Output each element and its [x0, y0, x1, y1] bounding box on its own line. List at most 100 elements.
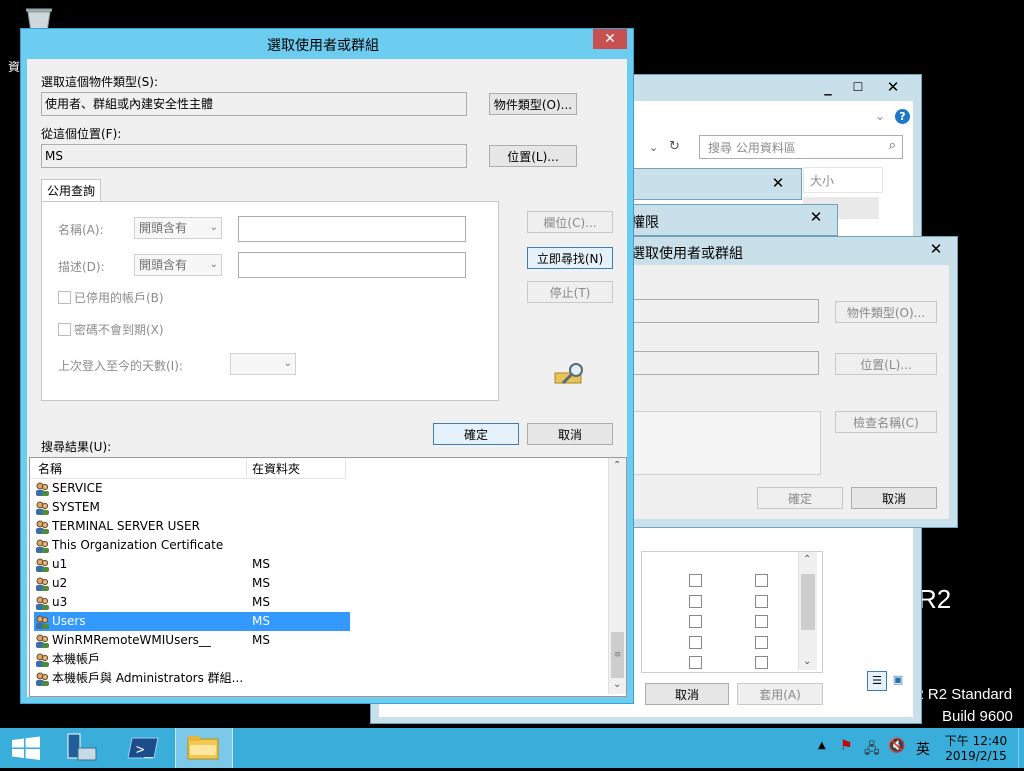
bg-check-names-button[interactable]: 檢查名稱(C): [835, 411, 937, 433]
object-type-field: 使用者、群組或內建安全性主體: [41, 92, 467, 116]
start-button[interactable]: [0, 728, 56, 768]
server-manager-icon[interactable]: [58, 728, 114, 768]
show-hidden-icons[interactable]: ▲: [818, 740, 826, 751]
bg-dialog-close-button[interactable]: ✕: [919, 239, 953, 259]
results-list[interactable]: 名稱 在資料夾 SERVICE SYSTEM TERMINAL SERVER USE…: [29, 457, 627, 697]
action-center-icon[interactable]: ⚑: [840, 738, 853, 754]
close-button[interactable]: ✕: [593, 29, 627, 49]
list-item[interactable]: u2 MS: [34, 574, 350, 593]
bg-object-types-button[interactable]: 物件類型(O)...: [835, 301, 937, 323]
clock-date[interactable]: 2019/2/15: [944, 749, 1008, 763]
stop-button[interactable]: 停止(T): [527, 281, 613, 303]
list-item[interactable]: Users MS: [34, 612, 350, 631]
windows-watermark-r2: R2: [918, 584, 952, 614]
days-since-logon-select[interactable]: ⌄: [230, 353, 296, 375]
object-types-button[interactable]: 物件類型(O)...: [489, 93, 577, 115]
name-mode-select[interactable]: 開頭含有 ⌄: [134, 217, 222, 239]
allow-checkbox[interactable]: [689, 656, 702, 669]
list-item[interactable]: This Organization Certificate: [34, 536, 350, 555]
bg-dialog-title: 選取使用者或群組: [631, 246, 743, 262]
explorer-close-button[interactable]: ✕: [876, 77, 910, 97]
allow-checkbox[interactable]: [689, 595, 702, 608]
deny-checkbox[interactable]: [755, 636, 768, 649]
windows-watermark-build: Build 9600: [942, 708, 1013, 725]
show-desktop-button[interactable]: [1018, 728, 1024, 768]
address-dropdown-icon[interactable]: ⌄: [649, 141, 658, 154]
columns-button[interactable]: 欄位(C)...: [527, 211, 613, 233]
help-icon[interactable]: ?: [895, 109, 910, 124]
description-mode-select[interactable]: 開頭含有 ⌄: [134, 254, 222, 276]
tab-common-queries[interactable]: 公用查詢: [41, 179, 101, 202]
list-item[interactable]: u1 MS: [34, 555, 350, 574]
ime-indicator[interactable]: 英: [916, 739, 930, 759]
object-type-label: 選取這個物件類型(S):: [41, 75, 159, 89]
column-header-name[interactable]: 名稱: [30, 458, 247, 479]
scroll-down-icon[interactable]: ⌄: [613, 679, 621, 690]
user-icon: [34, 595, 50, 611]
result-name: SERVICE: [52, 481, 103, 495]
list-item[interactable]: 本機帳戶: [34, 650, 350, 669]
disabled-accounts-label: 已停用的帳戶(B): [74, 291, 164, 305]
chevron-down-icon: ⌄: [209, 222, 218, 233]
thumbnail-view-icon[interactable]: ▣: [889, 671, 907, 689]
allow-checkbox[interactable]: [689, 636, 702, 649]
result-name: u2: [52, 576, 68, 590]
permissions-close-button[interactable]: ✕: [799, 207, 833, 227]
result-name: TERMINAL SERVER USER: [52, 519, 200, 533]
locations-button[interactable]: 位置(L)...: [489, 145, 577, 167]
explorer-cancel-button[interactable]: 取消: [645, 683, 729, 705]
results-scrollbar[interactable]: ⌃ ≡ ⌄: [608, 458, 626, 694]
clock-time[interactable]: 下午 12:40: [944, 732, 1008, 749]
ribbon-expand-icon[interactable]: ⌄: [875, 109, 885, 123]
bg-dialog-client: 物件類型(O)... 位置(L)... 檢查名稱(C) 確定 取消: [629, 265, 949, 519]
ok-button[interactable]: 確定: [433, 423, 519, 445]
list-item[interactable]: SYSTEM: [34, 498, 350, 517]
list-item[interactable]: SERVICE: [34, 479, 350, 498]
file-explorer-icon[interactable]: [175, 728, 233, 768]
scroll-thumb[interactable]: ≡: [611, 632, 624, 678]
maximize-button[interactable]: ☐: [841, 77, 875, 97]
column-header-size[interactable]: 大小: [803, 167, 883, 193]
search-input[interactable]: 搜尋 公用資料區 ⌕: [699, 135, 903, 159]
minimize-button[interactable]: _: [811, 77, 845, 97]
column-header-folder[interactable]: 在資料夾: [247, 458, 346, 479]
disabled-accounts-checkbox[interactable]: [58, 291, 71, 304]
details-view-icon[interactable]: ☰: [867, 671, 887, 691]
deny-checkbox[interactable]: [755, 595, 768, 608]
user-icon: [34, 614, 50, 630]
list-item[interactable]: u3 MS: [34, 593, 350, 612]
chevron-down-icon: ⌄: [283, 358, 292, 369]
bg-select-dialog: 選取使用者或群組 ✕ 物件類型(O)... 位置(L)... 檢查名稱(C) 確…: [620, 236, 958, 528]
network-icon[interactable]: 🖧: [864, 738, 880, 762]
list-item[interactable]: TERMINAL SERVER USER: [34, 517, 350, 536]
cancel-button[interactable]: 取消: [527, 423, 613, 445]
name-input[interactable]: [238, 216, 466, 242]
result-name: Users: [52, 614, 86, 628]
scroll-up-icon[interactable]: ⌃: [613, 460, 621, 471]
allow-checkbox[interactable]: [689, 574, 702, 587]
group-icon: [34, 652, 50, 668]
permissions-title: 權限: [631, 215, 659, 231]
grid-scrollbar[interactable]: ⌃ ⌄: [798, 552, 817, 670]
bg-locations-button[interactable]: 位置(L)...: [835, 353, 937, 375]
deny-checkbox[interactable]: [755, 615, 768, 628]
bg-names-textarea[interactable]: [629, 411, 821, 475]
description-input[interactable]: [238, 252, 466, 278]
refresh-icon[interactable]: ↻: [669, 139, 680, 154]
properties-close-button[interactable]: ✕: [761, 173, 795, 193]
deny-checkbox[interactable]: [755, 574, 768, 587]
explorer-apply-button[interactable]: 套用(A): [737, 683, 823, 705]
allow-checkbox[interactable]: [689, 615, 702, 628]
powershell-icon[interactable]: >_: [116, 728, 172, 768]
volume-icon[interactable]: 🔇: [888, 738, 905, 754]
bg-ok-button[interactable]: 確定: [757, 487, 843, 509]
list-item[interactable]: WinRMRemoteWMIUsers__ MS: [34, 631, 350, 650]
bg-cancel-button[interactable]: 取消: [851, 487, 937, 509]
list-item[interactable]: 本機帳戶與 Administrators 群組...: [34, 669, 350, 688]
group-icon: [34, 519, 50, 535]
deny-checkbox[interactable]: [755, 656, 768, 669]
result-folder: MS: [252, 557, 270, 571]
find-now-button[interactable]: 立即尋找(N): [527, 247, 613, 269]
non-expiring-checkbox[interactable]: [58, 323, 71, 336]
result-folder: MS: [252, 614, 270, 628]
